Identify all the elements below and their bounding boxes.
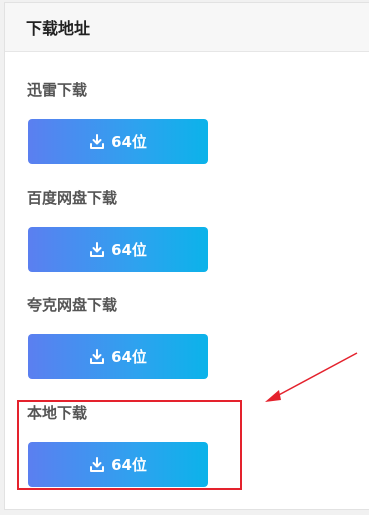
download-icon: [89, 456, 105, 473]
section-label-local: 本地下载: [27, 404, 88, 422]
download-button-label: 64位: [111, 241, 147, 259]
download-button-local[interactable]: 64位: [28, 442, 208, 487]
download-button-baidu[interactable]: 64位: [28, 227, 208, 272]
download-button-label: 64位: [111, 348, 147, 366]
panel-title: 下载地址: [26, 19, 91, 38]
download-icon: [89, 133, 105, 150]
download-button-quark[interactable]: 64位: [28, 334, 208, 379]
download-icon: [89, 241, 105, 258]
section-label-quark: 夸克网盘下载: [27, 296, 118, 314]
panel-header: 下载地址: [5, 3, 369, 52]
section-label-xunlei: 迅雷下载: [27, 81, 88, 99]
section-label-baidu: 百度网盘下载: [27, 189, 118, 207]
download-button-xunlei[interactable]: 64位: [28, 119, 208, 164]
download-button-label: 64位: [111, 456, 147, 474]
download-button-label: 64位: [111, 133, 147, 151]
download-icon: [89, 348, 105, 365]
